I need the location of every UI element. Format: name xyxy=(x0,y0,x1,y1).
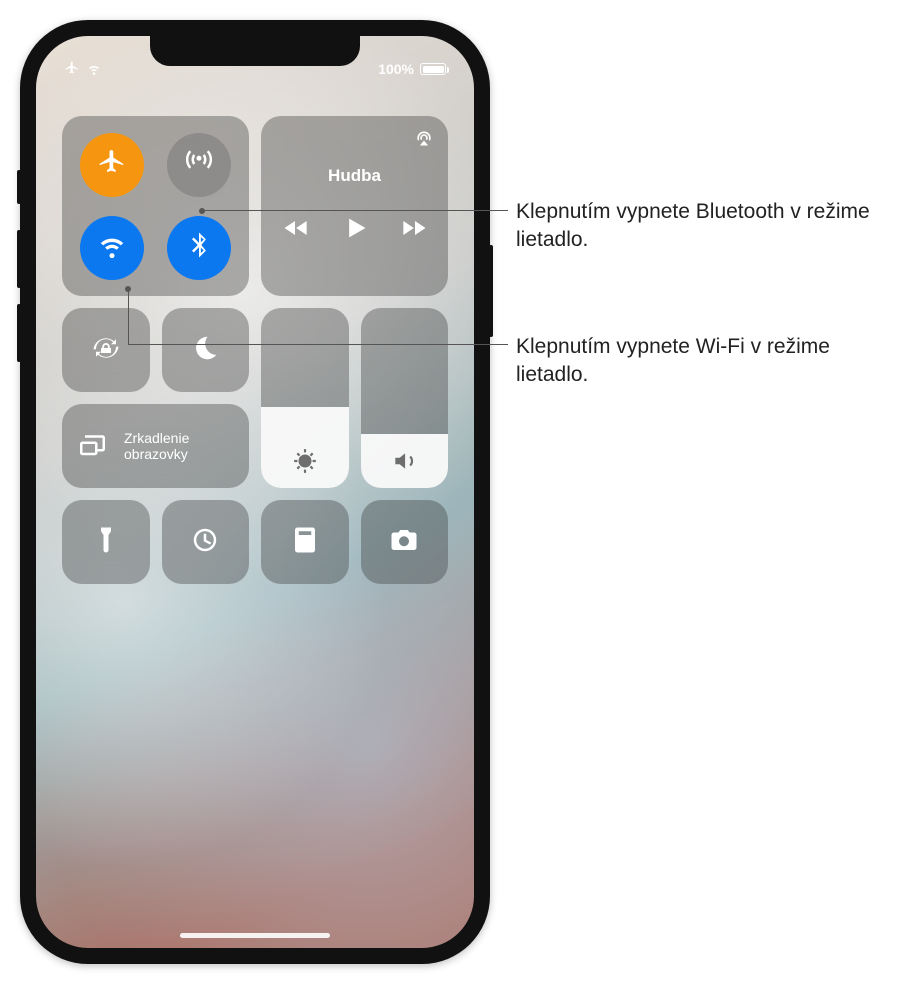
media-title: Hudba xyxy=(328,166,381,186)
timer-icon xyxy=(190,525,220,560)
callout-bluetooth: Klepnutím vypnete Bluetooth v režime lie… xyxy=(516,198,896,255)
volume-slider[interactable] xyxy=(361,308,449,488)
bluetooth-toggle[interactable] xyxy=(167,216,231,280)
airplane-mode-toggle[interactable] xyxy=(80,133,144,197)
wifi-toggle[interactable] xyxy=(80,216,144,280)
calculator-icon xyxy=(290,525,320,560)
brightness-slider[interactable] xyxy=(261,308,349,488)
battery-percentage: 100% xyxy=(378,61,414,77)
callout-wifi: Klepnutím vypnete Wi-Fi v režime lietadl… xyxy=(516,333,896,390)
screen-mirroring-icon xyxy=(80,429,110,464)
volume-icon xyxy=(361,448,449,474)
camera-button[interactable] xyxy=(361,500,449,584)
brightness-icon xyxy=(261,448,349,474)
battery-icon xyxy=(420,63,446,75)
wifi-icon xyxy=(97,230,127,265)
airplane-status-icon xyxy=(64,60,80,79)
screen: 100% xyxy=(36,36,474,948)
mute-switch xyxy=(17,170,21,204)
moon-icon xyxy=(190,333,220,368)
flashlight-button[interactable] xyxy=(62,500,150,584)
flashlight-icon xyxy=(91,525,121,560)
orientation-lock-icon xyxy=(91,333,121,368)
play-button[interactable] xyxy=(341,214,369,247)
camera-icon xyxy=(389,525,419,560)
airplay-button[interactable] xyxy=(414,128,434,153)
do-not-disturb-toggle[interactable] xyxy=(162,308,250,392)
fast-forward-button[interactable] xyxy=(401,214,429,247)
cellular-data-toggle[interactable] xyxy=(167,133,231,197)
cellular-icon xyxy=(184,147,214,182)
iphone-frame: 100% xyxy=(20,20,490,964)
bluetooth-icon xyxy=(184,230,214,265)
callout-leader-wifi xyxy=(128,344,508,345)
wifi-status-icon xyxy=(86,60,102,79)
volume-down-button xyxy=(17,304,21,362)
airplay-icon xyxy=(414,135,434,152)
timer-button[interactable] xyxy=(162,500,250,584)
media-controls[interactable]: Hudba xyxy=(261,116,448,296)
connectivity-group[interactable] xyxy=(62,116,249,296)
orientation-lock-toggle[interactable] xyxy=(62,308,150,392)
callout-leader-bluetooth xyxy=(204,210,508,211)
screen-mirroring-button[interactable]: Zrkadlenie obrazovky xyxy=(62,404,249,488)
side-button xyxy=(489,245,493,337)
volume-up-button xyxy=(17,230,21,288)
home-indicator[interactable] xyxy=(180,933,330,938)
calculator-button[interactable] xyxy=(261,500,349,584)
airplane-icon xyxy=(97,147,127,182)
notch xyxy=(150,36,360,66)
screen-mirroring-label: Zrkadlenie obrazovky xyxy=(124,430,189,462)
control-center: Hudba xyxy=(62,116,448,584)
rewind-button[interactable] xyxy=(281,214,309,247)
